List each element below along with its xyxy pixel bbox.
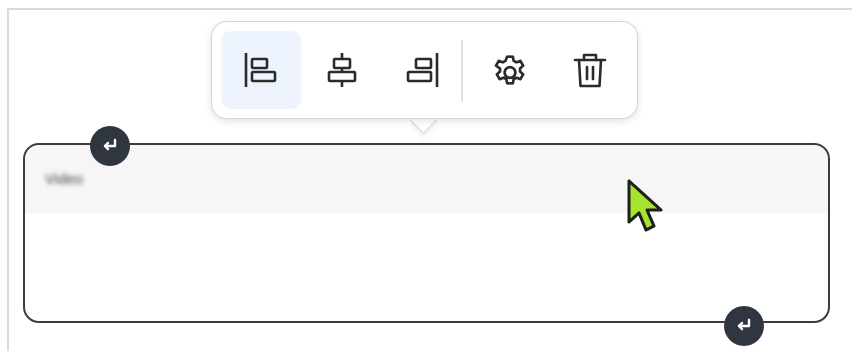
align-left-icon: [244, 53, 277, 87]
trash-icon: [573, 53, 607, 88]
insert-after-handle[interactable]: [724, 306, 764, 346]
insert-after-icon: [737, 318, 751, 331]
align-center-icon: [327, 53, 357, 87]
align-right-icon: [406, 53, 439, 87]
editor-canvas: Video: [0, 0, 852, 351]
insert-before-icon: [103, 138, 117, 151]
block-toolbar: [211, 21, 638, 119]
editor-frame-top: [7, 8, 852, 10]
gear-icon: [494, 55, 525, 85]
toolbar-divider: [461, 40, 463, 102]
video-block-header: Video: [25, 145, 828, 213]
settings-button[interactable]: [470, 31, 550, 109]
align-left-button[interactable]: [221, 31, 301, 109]
video-block[interactable]: Video: [23, 143, 830, 323]
align-right-button[interactable]: [382, 31, 462, 109]
delete-button[interactable]: [550, 31, 630, 109]
video-block-title: Video: [45, 171, 84, 188]
align-center-button[interactable]: [302, 31, 382, 109]
mouse-cursor-icon: [627, 179, 663, 232]
editor-frame-left: [7, 8, 9, 351]
insert-before-handle[interactable]: [90, 126, 130, 166]
